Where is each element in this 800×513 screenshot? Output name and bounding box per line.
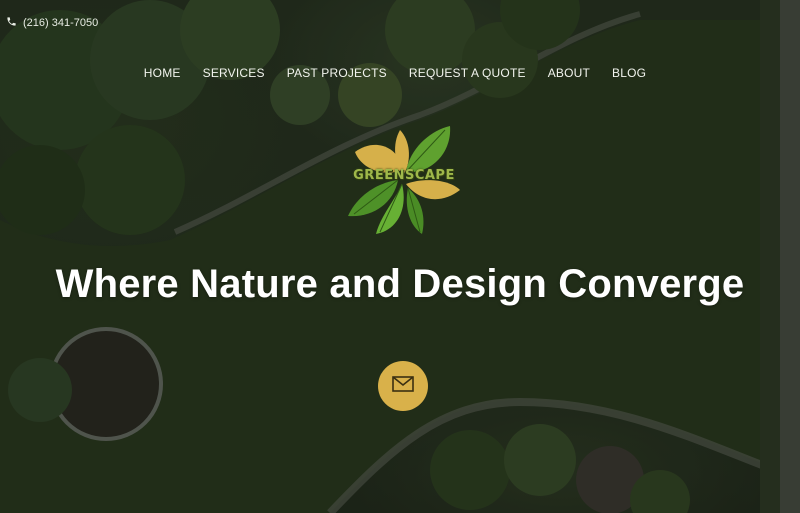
- logo-wordmark: GREENSCAPE: [353, 168, 455, 183]
- nav-request-quote[interactable]: REQUEST A QUOTE: [409, 66, 526, 80]
- mail-icon: [392, 375, 414, 397]
- main-nav: HOME SERVICES PAST PROJECTS REQUEST A QU…: [0, 66, 800, 80]
- nav-past-projects[interactable]: PAST PROJECTS: [287, 66, 387, 80]
- phone-icon: [6, 16, 17, 30]
- greenscape-logo[interactable]: GREENSCAPE: [340, 122, 465, 237]
- contact-mail-button[interactable]: [378, 361, 428, 411]
- nav-blog[interactable]: BLOG: [612, 66, 646, 80]
- topbar-phone[interactable]: (216) 341-7050: [6, 16, 98, 30]
- hero-section: (216) 341-7050 HOME SERVICES PAST PROJEC…: [0, 0, 800, 513]
- phone-number: (216) 341-7050: [23, 17, 99, 29]
- nav-home[interactable]: HOME: [144, 66, 181, 80]
- nav-services[interactable]: SERVICES: [203, 66, 265, 80]
- nav-about[interactable]: ABOUT: [548, 66, 590, 80]
- hero-headline: Where Nature and Design Converge: [55, 262, 745, 306]
